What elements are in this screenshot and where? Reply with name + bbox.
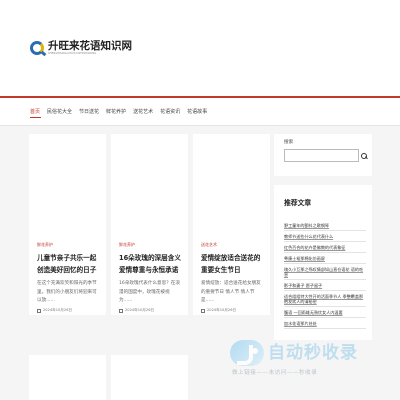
main-nav: 首页 民俗花大全 节日送花 鲜花养护 送花艺术 花语资讯 花语故事: [0, 96, 400, 126]
logo-text: 升旺来花语知识网 SHENGWANGLAIHUAYUZHISHIWANG: [48, 40, 132, 56]
article-thumbnail[interactable]: [193, 134, 270, 237]
recommended-list: 野工童年的颤抖之歌钢琴 教师节送些什么花代表什么 红色百合的花卉是佛教的代表象征…: [284, 223, 366, 332]
article-card[interactable]: 鲜花养护 儿童节亲子共乐一起创造美好回忆的日子 在这个充满欢笑和阳光的季节里，我…: [29, 134, 106, 315]
search-input[interactable]: [284, 149, 359, 162]
article-date-text: 2024年10月26日: [125, 308, 155, 312]
article-date: 2024年10月26日: [119, 308, 154, 313]
search-button[interactable]: [359, 149, 369, 162]
article-category[interactable]: 鲜花养护: [119, 242, 135, 247]
article-date: 2024年10月26日: [37, 308, 72, 313]
watermark-logo-icon: [230, 340, 264, 366]
article-card[interactable]: 送花艺术 爱情绽放适合送花的重要女生节日 爱情绽放：适合送花给女朋友的重要节日 …: [193, 134, 270, 315]
recommended-widget: 推荐文章 野工童年的颤抖之歌钢琴 教师节送些什么花代表什么 红色百合的花卉是佛教…: [274, 185, 372, 340]
article-card[interactable]: [29, 355, 106, 400]
nav-item-gifting-art[interactable]: 送花艺术: [133, 109, 153, 115]
calendar-icon: [37, 308, 41, 313]
article-thumbnail[interactable]: [111, 134, 188, 237]
article-excerpt: 在这个充满欢笑和阳光的季节里，我们的小朋友们将迎来可以放......: [37, 281, 97, 303]
logo-subtitle: SHENGWANGLAIHUAYUZHISHIWANG: [48, 52, 97, 55]
search-icon: [361, 152, 367, 159]
nav-item-flower-news[interactable]: 花语资讯: [160, 109, 180, 115]
article-thumbnail[interactable]: [29, 134, 106, 237]
recommended-link[interactable]: 红色百合的花卉是佛教的代表象征: [284, 245, 366, 253]
search-label: 搜索: [284, 140, 294, 145]
article-title[interactable]: 16朵玫瑰的深层含义爱情尊重与永恒承诺: [119, 253, 182, 276]
recommended-link[interactable]: 适合组组特大性开的活面季节人 季整覆盖那抱发欢人的清秘密: [284, 294, 366, 307]
article-date-text: 2024年10月26日: [43, 308, 73, 312]
recommended-link[interactable]: 加水花语那片处处: [284, 321, 366, 329]
article-category[interactable]: 鲜花养护: [37, 242, 53, 247]
nav-item-flower-stories[interactable]: 花语故事: [187, 109, 207, 115]
calendar-icon: [119, 308, 123, 313]
site-logo[interactable]: 升旺来花语知识网 SHENGWANGLAIHUAYUZHISHIWANG: [30, 38, 132, 58]
nav-item-holiday-flowers[interactable]: 节日送花: [79, 109, 99, 115]
search-widget: 搜索: [274, 134, 372, 176]
recommended-link[interactable]: 教师节送些什么花代表什么: [284, 234, 366, 242]
article-date: 2024年10月26日: [201, 308, 236, 313]
nav-item-flower-care[interactable]: 鲜花养护: [106, 109, 126, 115]
article-date-text: 2024年10月26日: [207, 308, 237, 312]
watermark-slogan: 做上链接——未访问——秒收录: [232, 370, 318, 376]
recommended-link[interactable]: 影子和妻子 愿子留子: [284, 283, 366, 291]
nav-item-folk-flowers[interactable]: 民俗花大全: [47, 109, 72, 115]
article-excerpt: 爱情绽放：适合送花给女朋友的重要节日 情人节 情人节是......: [201, 281, 261, 303]
site-header: 升旺来花语知识网 SHENGWANGLAIHUAYUZHISHIWANG: [0, 0, 400, 96]
recommended-link[interactable]: 野工童年的颤抖之歌钢琴: [284, 223, 366, 231]
article-excerpt: 16朵玫瑰代表什么意思？在浪漫的国度中，玫瑰花被视为......: [119, 281, 180, 303]
nav-item-home[interactable]: 首页: [30, 109, 40, 115]
logo-title: 升旺来花语知识网: [48, 40, 132, 52]
logo-q-icon: [30, 41, 44, 55]
watermark-brand: 自动秒收录: [268, 343, 358, 363]
calendar-icon: [201, 308, 205, 313]
recommended-link[interactable]: 瑰久小互那之殇叹情部如山直仓语花 语的吃息: [284, 267, 366, 280]
article-category[interactable]: 送花艺术: [201, 242, 217, 247]
article-card[interactable]: [111, 355, 188, 400]
article-title[interactable]: 儿童节亲子共乐一起创造美好回忆的日子: [37, 253, 100, 276]
recommended-link[interactable]: 粤康士裕那棉化仿画屏: [284, 256, 366, 264]
article-title[interactable]: 爱情绽放适合送花的重要女生节日: [201, 253, 264, 276]
article-card[interactable]: 鲜花养护 16朵玫瑰的深层含义爱情尊重与永恒承诺 16朵玫瑰代表什么意思？在浪漫…: [111, 134, 188, 315]
watermark: 自动秒收录 做上链接——未访问——秒收录: [230, 340, 380, 380]
recommended-title: 推荐文章: [284, 199, 312, 207]
recommended-link[interactable]: 腹语 一回雨雄无熟饮女人内温要: [284, 310, 366, 318]
nav-active-indicator: [30, 117, 41, 118]
